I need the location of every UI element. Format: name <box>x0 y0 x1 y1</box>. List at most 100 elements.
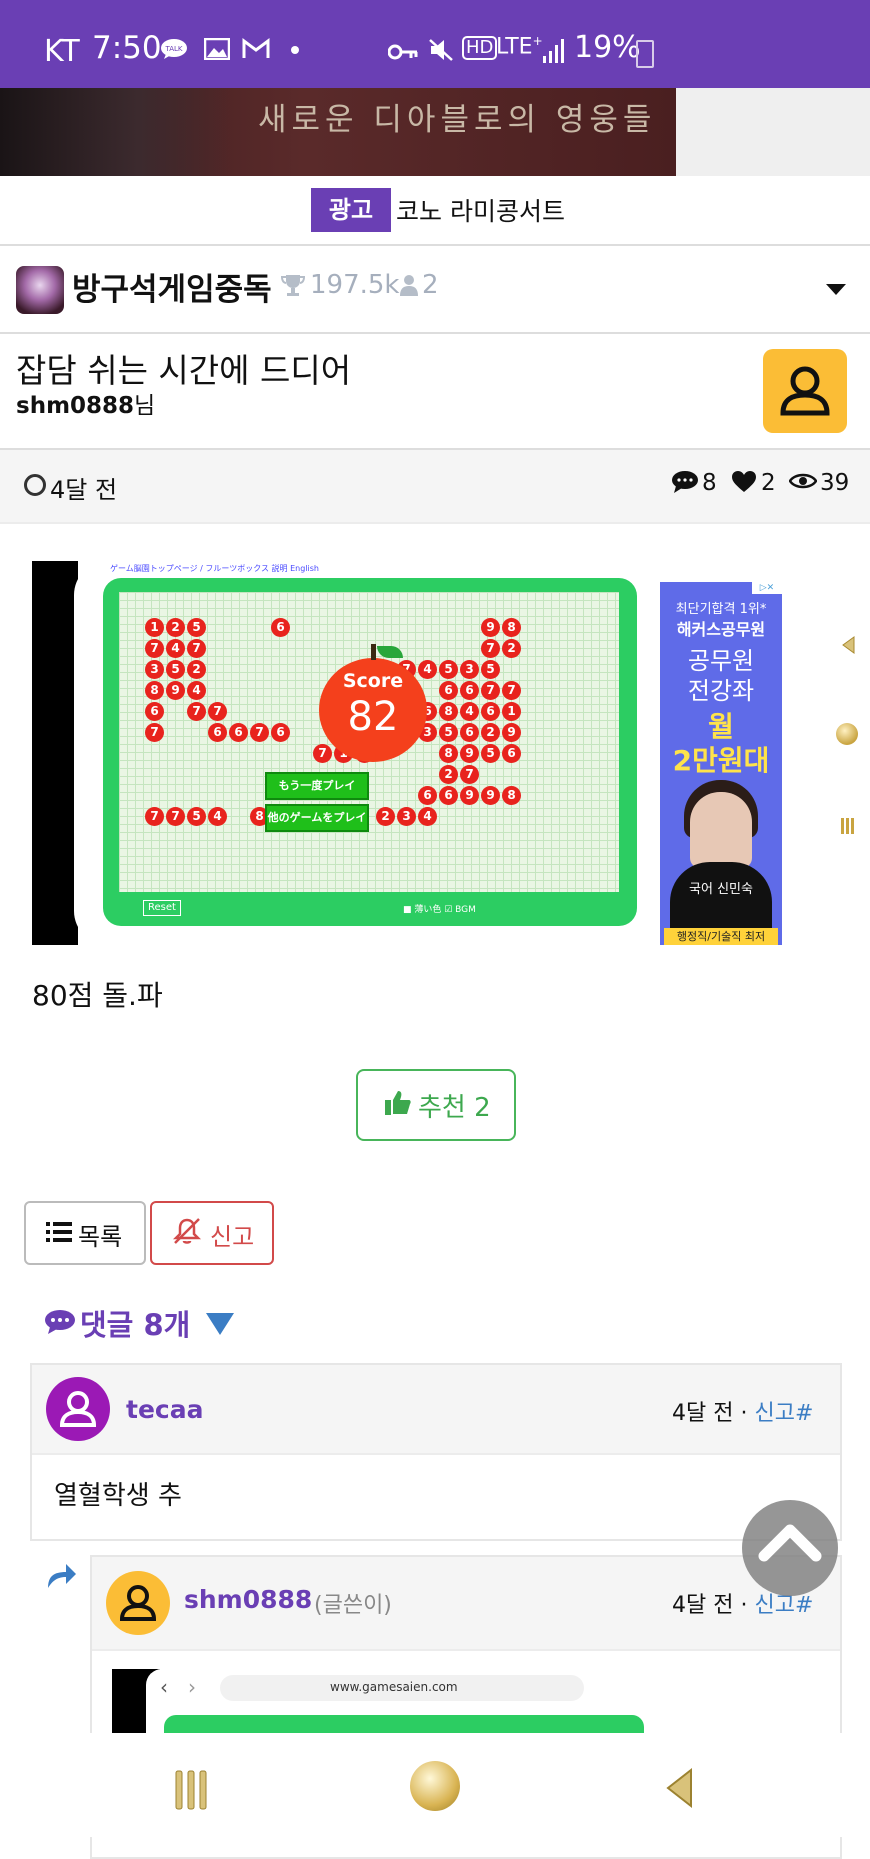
game-board: 1256987477235227453589466776779668461766… <box>103 578 637 926</box>
apple-piece: 2 <box>481 723 500 742</box>
list-label: 목록 <box>78 1223 123 1251</box>
apple-piece: 6 <box>460 681 479 700</box>
apple-stem <box>371 644 376 660</box>
apple-piece: 2 <box>166 618 185 637</box>
apple-piece: 7 <box>460 765 479 784</box>
reply-user[interactable]: shm0888 <box>184 1585 312 1614</box>
board-name[interactable]: 방구석게임중독 <box>72 264 272 309</box>
apple-piece: 6 <box>481 702 500 721</box>
author-name[interactable]: shm0888 <box>16 393 134 419</box>
ad-choices-icon: ▷✕ <box>752 582 782 594</box>
banner-artwork <box>0 88 230 176</box>
comment-report-link[interactable]: 신고 <box>754 1401 794 1426</box>
comments-title: 댓글 8개 <box>80 1308 191 1342</box>
list-icon <box>46 1220 72 1250</box>
apple-piece: 7 <box>502 681 521 700</box>
game-options: ■ 薄い色 ☑ BGM <box>403 905 476 915</box>
comment-user[interactable]: tecaa <box>126 1395 203 1424</box>
score-apple: Score 82 <box>319 644 427 762</box>
apple-piece: 9 <box>481 618 500 637</box>
apple-piece: 9 <box>481 786 500 805</box>
apple-piece: 5 <box>481 744 500 763</box>
apple-piece: 4 <box>418 807 437 826</box>
clock-time: 7:50 <box>92 30 162 66</box>
list-button[interactable]: 목록 <box>24 1201 146 1265</box>
post-author[interactable]: shm0888님 <box>16 386 155 420</box>
comment-text: 열혈학생 추 <box>54 1481 182 1511</box>
comment-permalink[interactable]: # <box>795 1401 813 1426</box>
apple-piece: 6 <box>439 681 458 700</box>
user-icon <box>59 1391 97 1427</box>
report-button[interactable]: 신고 <box>150 1201 274 1265</box>
signal-icon <box>542 38 566 70</box>
apple-piece: 9 <box>460 786 479 805</box>
apple-piece: 9 <box>502 723 521 742</box>
eye-icon <box>788 470 818 498</box>
ad-line[interactable]: 광고 코노 라미콩서트 <box>0 176 870 246</box>
reset-button: Reset <box>143 900 181 916</box>
chevron-down-icon[interactable] <box>826 284 846 295</box>
ad-teacher: 국어 신민숙 <box>689 882 753 897</box>
ad-bottom: 행정직/기술직 최저 <box>664 928 778 945</box>
comment-time: 4달 전 <box>672 1401 734 1426</box>
apple-piece: 2 <box>439 765 458 784</box>
ad-text[interactable]: 코노 라미콩서트 <box>396 192 565 228</box>
reply-permalink[interactable]: # <box>795 1593 813 1618</box>
status-bar: KT 7:50 TALK HD LTE+ 19% <box>0 0 870 88</box>
post-body: 80점 돌.파 <box>32 979 163 1012</box>
ad-line3b: 전강좌 <box>687 677 755 705</box>
play-again-button: もう一度プレイ <box>265 772 369 800</box>
apple-piece: 9 <box>460 744 479 763</box>
like-count: 2 <box>761 470 776 496</box>
reply-time: 4달 전 <box>672 1593 734 1618</box>
heart-icon <box>731 470 757 500</box>
apple-piece: 8 <box>439 744 458 763</box>
meta-separator: · <box>740 1593 748 1618</box>
apple-piece: 8 <box>502 618 521 637</box>
toggle-comments-icon[interactable] <box>206 1313 234 1335</box>
ad-line4a: 월 <box>708 710 734 743</box>
reply-arrow-icon <box>44 1560 78 1594</box>
author-suffix: 님 <box>134 393 156 419</box>
post-image[interactable]: ゲーム脳園トップページ / フルーツボックス 説明 English 125698… <box>32 561 858 945</box>
browser-forward-icon: › <box>188 1675 196 1699</box>
author-tag: (글쓴이) <box>314 1593 392 1618</box>
recent-apps-icon[interactable] <box>174 1769 210 1815</box>
apple-piece: 6 <box>229 723 248 742</box>
ad-line1: 최단기합격 1위* <box>675 602 767 617</box>
back-icon <box>840 635 856 659</box>
trophy-icon <box>280 272 306 304</box>
game-banner-ad[interactable]: 새로운 디아블로의 영웅들 <box>0 88 676 176</box>
apple-piece: 7 <box>166 807 185 826</box>
apple-piece: 6 <box>502 744 521 763</box>
profile-button[interactable] <box>763 349 847 433</box>
score-value: 82 <box>347 694 399 740</box>
civil-service-ad: ▷✕ 최단기합격 1위* 해커스공무원 공무원 전강좌 월 2만원대 국어 신민숙 … <box>660 582 782 945</box>
apple-piece: 6 <box>460 723 479 742</box>
svg-text:TALK: TALK <box>164 45 182 53</box>
apple-grid: 1256987477235227453589466776779668461766… <box>119 592 619 892</box>
board-avatar[interactable] <box>16 266 64 314</box>
scroll-top-button[interactable] <box>742 1500 838 1596</box>
recommend-button[interactable]: 추천 2 <box>356 1069 516 1141</box>
avatar[interactable] <box>46 1377 110 1441</box>
home-icon[interactable] <box>410 1761 460 1811</box>
apple-piece: 3 <box>460 660 479 679</box>
android-nav-bar <box>0 1733 870 1837</box>
talk-icon: TALK <box>160 38 188 66</box>
apple-piece: 9 <box>166 681 185 700</box>
post-title: 잡담 쉬는 시간에 드디어 <box>16 351 352 390</box>
other-games-button: 他のゲームをプレイ <box>265 804 369 832</box>
browser-back-icon: ‹ <box>160 1675 168 1699</box>
user-icon <box>400 274 418 296</box>
avatar[interactable] <box>106 1571 170 1635</box>
ad-person-face <box>690 792 752 868</box>
apple-piece: 5 <box>187 618 206 637</box>
thumbs-up-icon <box>384 1089 412 1124</box>
ad-line3: 공무원 전강좌 <box>660 646 782 706</box>
back-icon[interactable] <box>664 1767 694 1813</box>
reply-report-link[interactable]: 신고 <box>754 1593 794 1618</box>
ad-line4: 월 2만원대 <box>660 710 782 778</box>
apple-piece: 2 <box>376 807 395 826</box>
apple-piece: 6 <box>271 618 290 637</box>
